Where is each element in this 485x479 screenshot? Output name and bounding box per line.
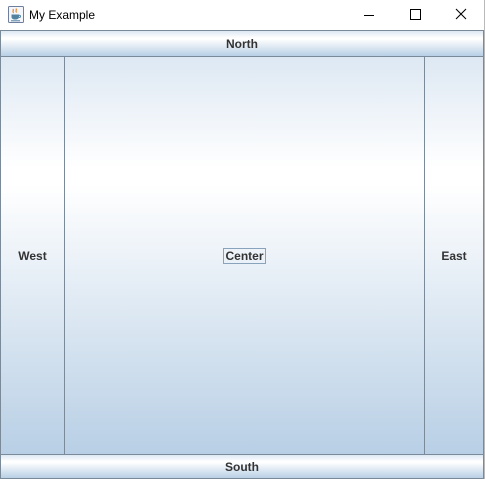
south-button-label: South [225, 459, 259, 474]
east-button-label: East [441, 248, 467, 263]
maximize-button[interactable] [392, 0, 438, 30]
minimize-icon [364, 15, 374, 16]
java-cup-icon [8, 6, 24, 23]
window-title: My Example [29, 8, 96, 22]
close-icon [455, 8, 467, 20]
south-button[interactable]: South [0, 454, 484, 479]
north-button[interactable]: North [0, 30, 484, 57]
title-bar[interactable]: My Example [0, 0, 484, 30]
maximize-icon [410, 9, 421, 20]
application-window: My Example North West Center East South [0, 0, 485, 479]
minimize-button[interactable] [346, 0, 392, 30]
west-button-label: West [18, 248, 47, 263]
east-button[interactable]: East [424, 56, 484, 455]
west-button[interactable]: West [0, 56, 65, 455]
close-button[interactable] [438, 0, 484, 30]
center-button-label: Center [223, 247, 266, 264]
north-button-label: North [226, 36, 258, 51]
center-button[interactable]: Center [64, 56, 425, 455]
